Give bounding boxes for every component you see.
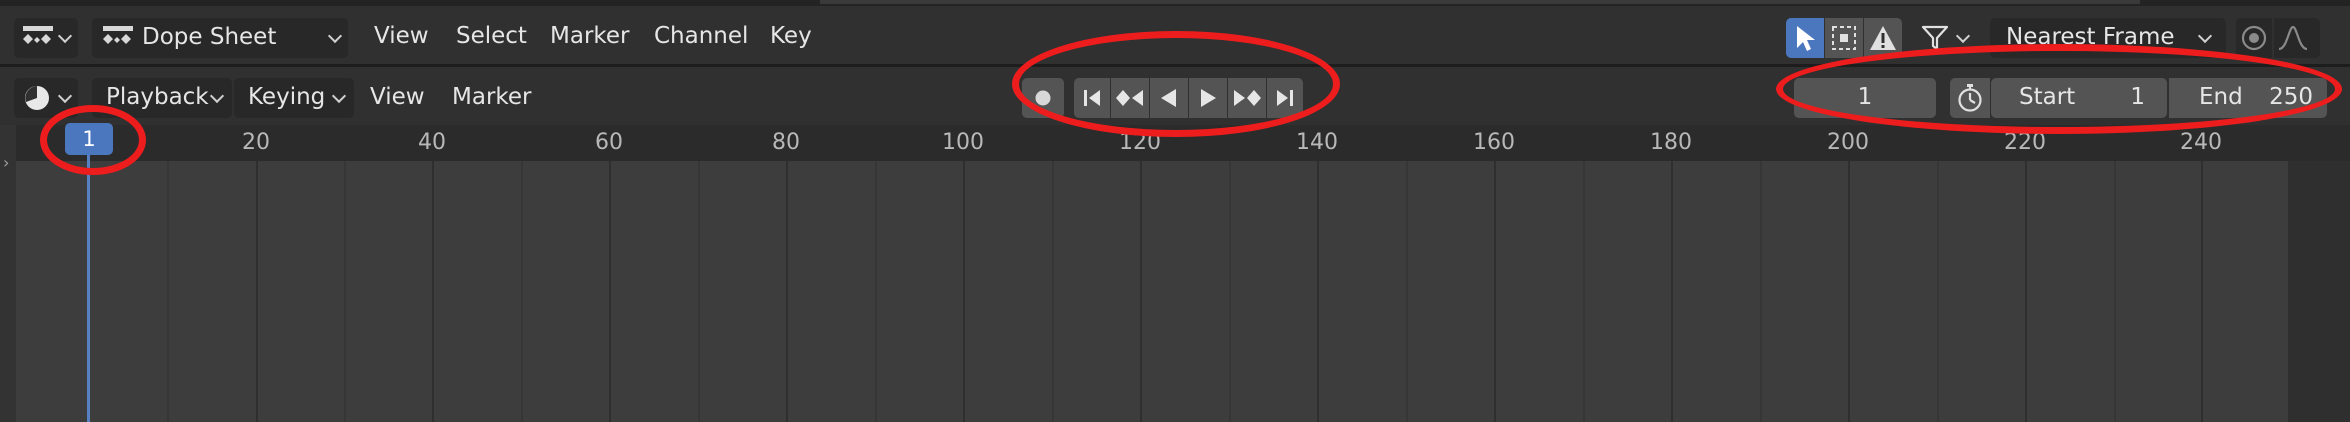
editor-type-button[interactable] xyxy=(14,18,78,58)
grid-line xyxy=(786,161,788,422)
annotation-circle-playhead xyxy=(40,105,146,175)
chevron-down-icon xyxy=(209,88,225,104)
scrollbar-remnant xyxy=(820,0,2140,4)
playhead-line[interactable] xyxy=(87,150,90,422)
grid-line xyxy=(875,161,877,422)
menu-view[interactable]: View xyxy=(370,83,425,111)
expand-arrow-icon[interactable]: › xyxy=(3,153,9,172)
arrow-cursor-icon[interactable] xyxy=(1786,18,1824,58)
chevron-down-icon xyxy=(331,88,347,104)
grid-line xyxy=(2025,161,2027,422)
keying-dropdown[interactable]: Keying xyxy=(234,78,354,118)
grid-line xyxy=(2114,161,2116,422)
chevron-down-icon xyxy=(2197,28,2213,44)
grid-line xyxy=(1583,161,1585,422)
grid-line xyxy=(521,161,523,422)
ruler-label: 160 xyxy=(1473,130,1515,155)
grid-line xyxy=(2201,161,2203,422)
menu-view[interactable]: View xyxy=(374,22,429,50)
grid-line xyxy=(698,161,700,422)
playback-label: Playback xyxy=(106,84,209,110)
keying-label: Keying xyxy=(248,84,326,110)
grid-line xyxy=(1937,161,1939,422)
chevron-down-icon xyxy=(57,88,73,104)
menu-marker[interactable]: Marker xyxy=(452,83,532,111)
editor-mode-label: Dope Sheet xyxy=(142,24,277,50)
grid-line xyxy=(1494,161,1496,422)
grid-line xyxy=(432,161,434,422)
ruler-label: 60 xyxy=(595,130,623,155)
chevron-down-icon xyxy=(1955,28,1971,44)
grid-line xyxy=(1848,161,1850,422)
menu-key[interactable]: Key xyxy=(770,22,812,50)
grid-line xyxy=(1229,161,1231,422)
menu-select[interactable]: Select xyxy=(456,22,527,50)
box-select-icon[interactable] xyxy=(1825,18,1863,58)
editor-mode-dropdown[interactable]: Dope Sheet xyxy=(92,18,348,58)
channel-region-collapsed[interactable]: › xyxy=(0,125,16,422)
grid-line xyxy=(963,161,965,422)
ruler-label: 200 xyxy=(1827,130,1869,155)
ruler-label: 20 xyxy=(242,130,270,155)
grid-line xyxy=(1052,161,1054,422)
menu-channel[interactable]: Channel xyxy=(654,22,748,50)
grid-line xyxy=(1140,161,1142,422)
chevron-down-icon xyxy=(327,28,343,44)
ruler-label: 100 xyxy=(942,130,984,155)
timeline-end-region xyxy=(2288,161,2350,422)
timeline-area[interactable] xyxy=(0,161,2350,422)
grid-line xyxy=(344,161,346,422)
annotation-circle-frame-range xyxy=(1776,44,2342,134)
grid-line xyxy=(256,161,258,422)
dope-sheet-mode-icon xyxy=(102,24,134,52)
menu-marker[interactable]: Marker xyxy=(550,22,630,50)
grid-line xyxy=(1406,161,1408,422)
ruler-label: 240 xyxy=(2180,130,2222,155)
ruler-label: 80 xyxy=(772,130,800,155)
chevron-down-icon xyxy=(57,28,73,44)
clock-icon xyxy=(22,84,52,112)
grid-line xyxy=(167,161,169,422)
grid-line xyxy=(1760,161,1762,422)
grid-line xyxy=(1317,161,1319,422)
annotation-circle-transport xyxy=(1012,31,1340,137)
ruler-label: 140 xyxy=(1296,130,1338,155)
ruler-label: 40 xyxy=(418,130,446,155)
proportional-edit-icon[interactable] xyxy=(2236,18,2272,58)
grid-line xyxy=(1671,161,1673,422)
ruler-label: 180 xyxy=(1650,130,1692,155)
grid-line xyxy=(609,161,611,422)
dope-sheet-icon xyxy=(22,24,54,52)
falloff-curve-icon[interactable] xyxy=(2274,18,2320,58)
